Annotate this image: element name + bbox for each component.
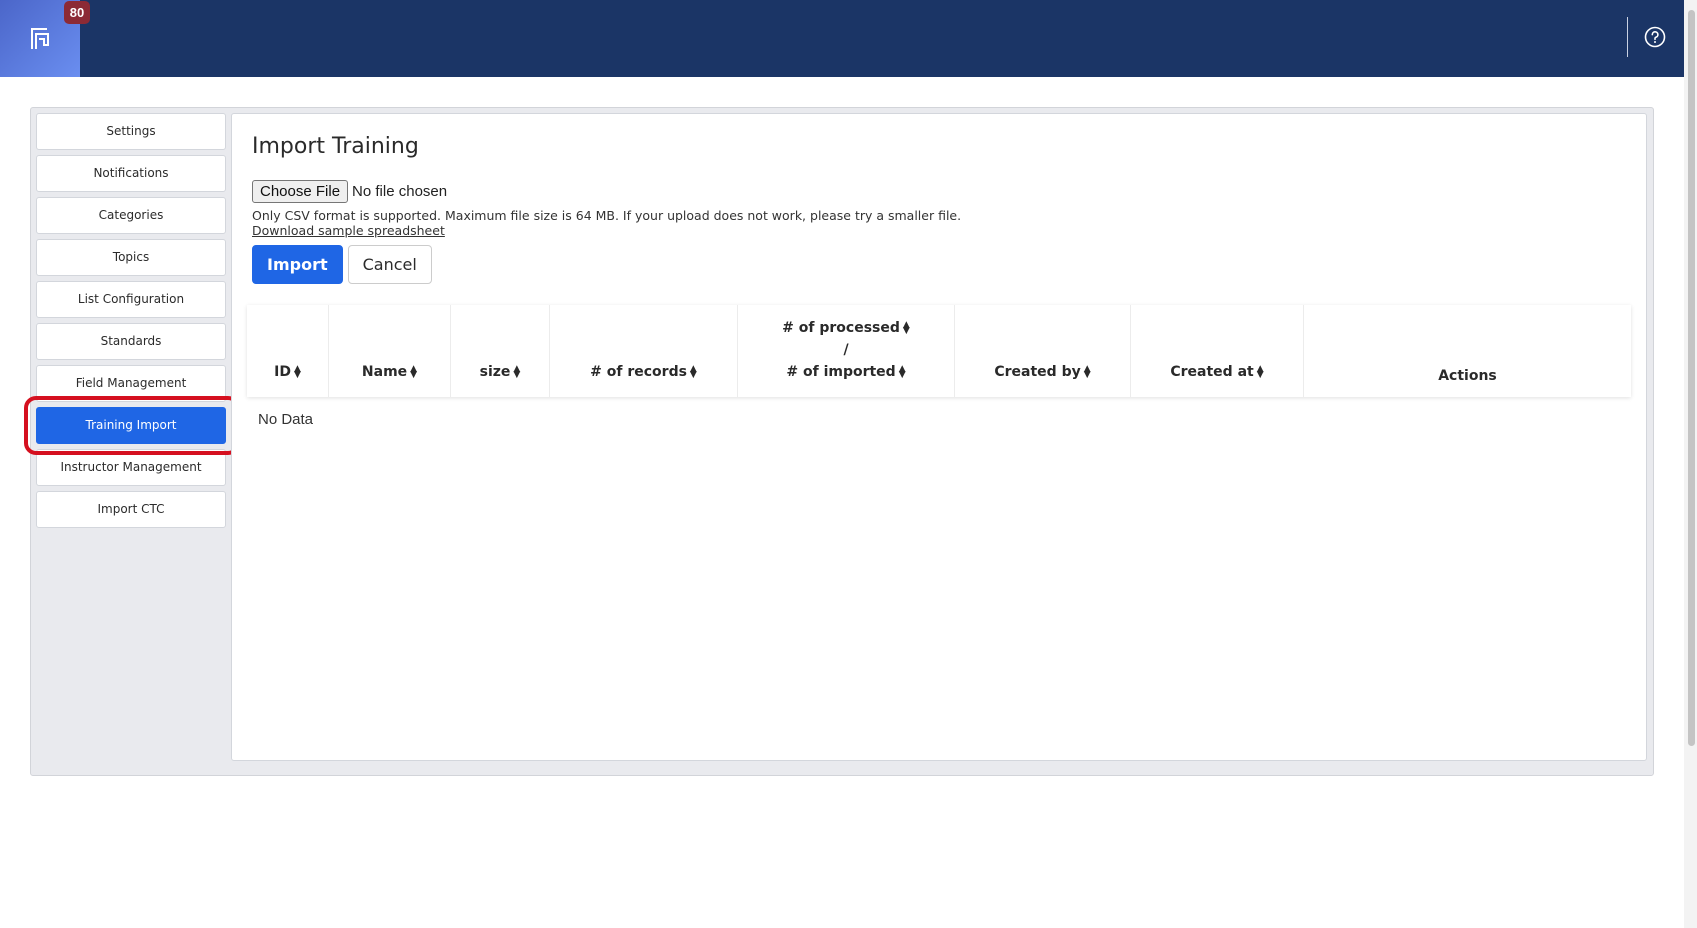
sort-icon: ▲ ▼ [410,364,418,380]
sidebar-item-import-ctc[interactable]: Import CTC [36,491,226,528]
choose-file-button[interactable]: Choose File [252,180,349,203]
download-sample-link[interactable]: Download sample spreadsheet [252,223,445,238]
form-actions: Import Cancel [252,245,432,284]
column-header-actions: Actions [1438,368,1497,384]
column-header-size[interactable]: size ▲ ▼ [451,305,550,397]
sort-icon: ▲ ▼ [902,320,910,336]
imports-table-header: ID ▲ ▼ Name ▲ ▼ size ▲ ▼ # of records ▲ ▼ # of p… [247,305,1631,397]
cancel-button[interactable]: Cancel [347,245,432,284]
column-header-processed-imported[interactable]: # of processed ▲ ▼ / # of imported ▲ ▼ [738,305,955,397]
sort-icon: ▲ ▼ [689,364,697,380]
notification-count-badge[interactable]: 80 [64,1,90,24]
topbar-divider [1627,17,1628,57]
import-training-content: Import Training Choose File No file chos… [231,113,1647,761]
page-title: Import Training [252,134,419,159]
settings-sidebar: Settings Notifications Categories Topics… [36,113,226,533]
file-status-text: No file chosen [352,183,448,200]
sidebar-item-list-configuration[interactable]: List Configuration [36,281,226,318]
sidebar-item-notifications[interactable]: Notifications [36,155,226,192]
file-upload-row: Choose File No file chosen [252,180,447,203]
column-header-id[interactable]: ID ▲ ▼ [247,305,329,397]
question-circle-icon[interactable] [1644,26,1666,48]
column-header-records[interactable]: # of records ▲ ▼ [550,305,738,397]
page-scrollbar-thumb[interactable] [1688,10,1695,746]
sidebar-item-topics[interactable]: Topics [36,239,226,276]
column-header-name[interactable]: Name ▲ ▼ [329,305,451,397]
sort-icon: ▲ ▼ [1083,364,1091,380]
upload-help-text: Only CSV format is supported. Maximum fi… [252,208,962,223]
top-navigation-bar: 80 [0,0,1684,77]
sidebar-item-training-import[interactable]: Training Import [36,407,226,444]
empty-table-message: No Data [258,411,314,428]
sidebar-item-categories[interactable]: Categories [36,197,226,234]
sidebar-item-settings[interactable]: Settings [36,113,226,150]
sort-icon: ▲ ▼ [513,364,521,380]
sort-icon: ▲ ▼ [1256,364,1264,380]
sidebar-item-standards[interactable]: Standards [36,323,226,360]
sidebar-item-instructor-management[interactable]: Instructor Management [36,449,226,486]
sidebar-item-field-management[interactable]: Field Management [36,365,226,402]
import-button[interactable]: Import [252,245,343,284]
app-logo-icon [31,28,49,49]
sort-icon: ▲ ▼ [293,364,301,380]
column-header-created-by[interactable]: Created by ▲ ▼ [955,305,1131,397]
sort-icon: ▲ ▼ [898,364,906,380]
column-header-created-at[interactable]: Created at ▲ ▼ [1131,305,1304,397]
